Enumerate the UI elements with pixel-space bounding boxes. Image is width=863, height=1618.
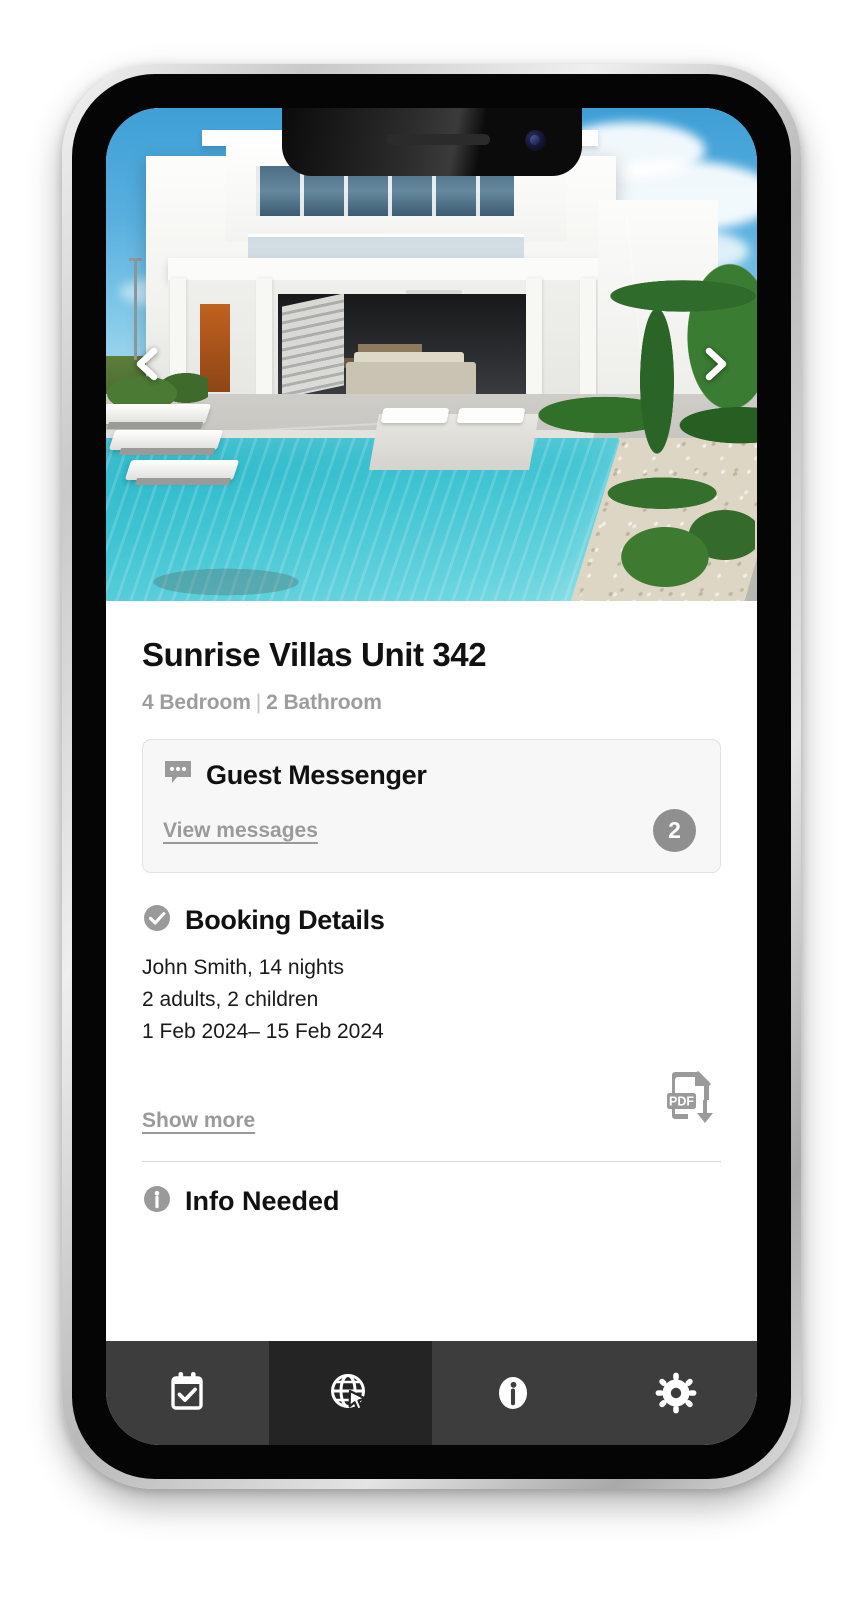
guest-messenger-title: Guest Messenger [206, 760, 427, 791]
info-circle-icon [490, 1370, 536, 1416]
phone-frame: Sunrise Villas Unit 342 4 Bedroom | 2 Bath… [62, 64, 801, 1489]
in-water-lounger [380, 408, 450, 423]
guest-messenger-row: View messages 2 [163, 809, 700, 853]
view-messages-link[interactable]: View messages [163, 819, 318, 843]
booking-details-body: John Smith, 14 nights 2 adults, 2 childr… [142, 952, 721, 1048]
patio-sofa [346, 362, 476, 396]
calendar-check-icon [164, 1370, 210, 1416]
section-divider [142, 1161, 721, 1163]
carousel-next-button[interactable] [695, 344, 735, 384]
property-details-panel: Sunrise Villas Unit 342 4 Bedroom | 2 Bath… [106, 636, 757, 1216]
bottom-navigation-bar [106, 1341, 757, 1445]
deck-lounger-base [118, 448, 216, 455]
chevron-left-icon [128, 344, 168, 384]
bathroom-count: 2 Bathroom [266, 691, 382, 715]
gear-icon [653, 1370, 699, 1416]
booking-line-occupancy: 2 adults, 2 children [142, 988, 319, 1012]
in-water-lounger [456, 408, 526, 423]
pdf-download-icon[interactable]: PDF [661, 1066, 721, 1133]
globe-cursor-icon [327, 1370, 373, 1416]
deck-lounger [106, 404, 212, 424]
booking-details-header: Booking Details [142, 903, 721, 938]
palm-shadow [106, 560, 346, 601]
show-more-link[interactable]: Show more [142, 1109, 255, 1133]
deck-lounger-base [106, 422, 204, 429]
ceiling-fan [406, 290, 462, 294]
phone-bezel: Sunrise Villas Unit 342 4 Bedroom | 2 Bath… [72, 74, 791, 1479]
exterior-staircase [282, 293, 344, 399]
property-photo-carousel[interactable] [106, 108, 757, 601]
screenshot-root: Sunrise Villas Unit 342 4 Bedroom | 2 Bath… [0, 0, 863, 1618]
info-needed-header[interactable]: Info Needed [142, 1184, 721, 1219]
shrub [605, 491, 755, 601]
bedroom-count: 4 Bedroom [142, 691, 251, 715]
check-circle-icon [142, 903, 172, 938]
svg-text:PDF: PDF [669, 1094, 694, 1108]
property-specs: 4 Bedroom | 2 Bathroom [142, 691, 721, 715]
deck-lounger [108, 430, 224, 450]
unread-message-badge[interactable]: 2 [653, 809, 696, 853]
booking-line-dates: 1 Feb 2024– 15 Feb 2024 [142, 1020, 384, 1044]
phone-screen: Sunrise Villas Unit 342 4 Bedroom | 2 Bath… [106, 108, 757, 1445]
earpiece-speaker-icon [385, 134, 490, 145]
booking-actions-row: Show more PDF [142, 1066, 721, 1133]
front-camera-icon [524, 130, 546, 151]
guest-messenger-header: Guest Messenger [163, 758, 700, 793]
page-title: Sunrise Villas Unit 342 [142, 636, 487, 673]
nav-item-info[interactable] [431, 1341, 595, 1445]
deck-lounger [124, 460, 240, 480]
info-needed-title: Info Needed [185, 1186, 340, 1217]
nav-item-bookings[interactable] [106, 1341, 269, 1445]
info-circle-icon [142, 1184, 172, 1219]
booking-details-title: Booking Details [185, 905, 385, 936]
villa-column [256, 278, 272, 406]
chat-bubble-icon [163, 758, 193, 793]
nav-item-settings[interactable] [594, 1341, 757, 1445]
chevron-right-icon [695, 344, 735, 384]
carousel-prev-button[interactable] [128, 344, 168, 384]
deck-lounger-base [134, 478, 232, 485]
phone-notch [281, 108, 582, 176]
nav-item-web[interactable] [268, 1341, 432, 1445]
specs-separator: | [255, 691, 262, 715]
guest-messenger-card[interactable]: Guest Messenger View messages 2 [142, 739, 721, 874]
booking-line-guest: John Smith, 14 nights [142, 956, 344, 980]
